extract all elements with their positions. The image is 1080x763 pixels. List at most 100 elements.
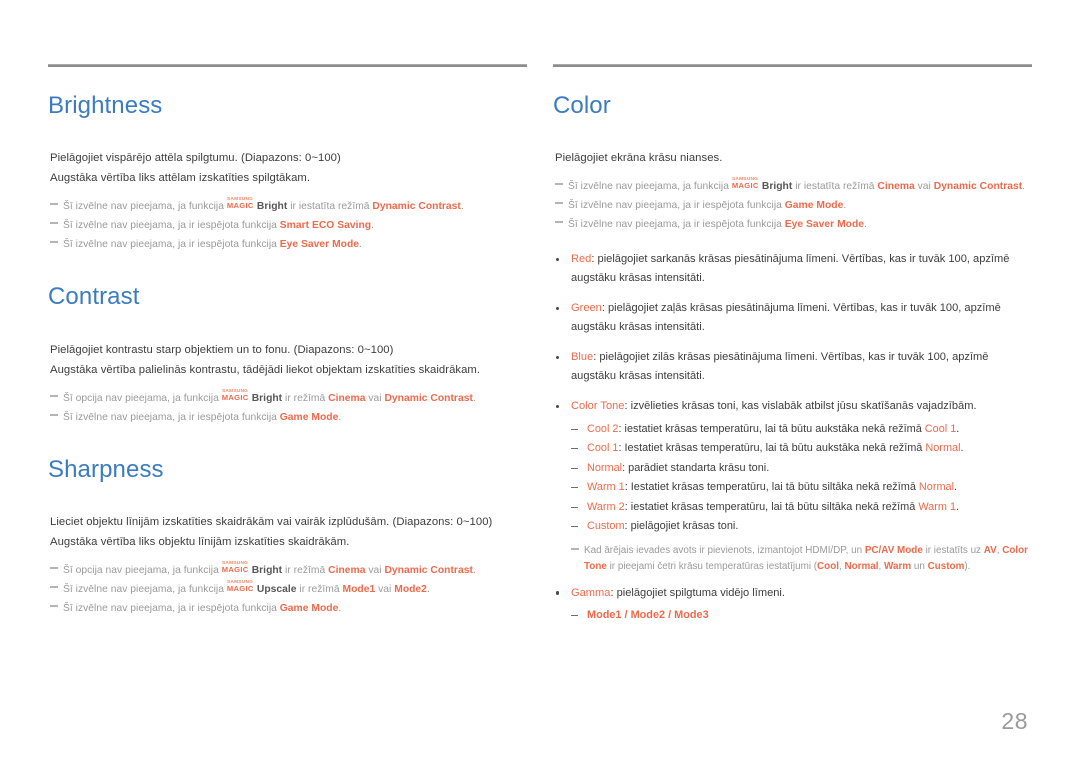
note-text: . <box>864 219 867 231</box>
sub-option-text: . <box>956 500 960 513</box>
sub-option-text: : iestatiet krāsas temperatūru, lai tā b… <box>618 422 925 435</box>
note-text: vai <box>375 584 395 596</box>
highlight-pc-av-mode: PC/AV Mode <box>864 544 923 556</box>
highlight-dynamic-contrast: Dynamic Contrast <box>384 565 473 577</box>
sub-option-normal: Normal: parādiet standarta krāsu toni. <box>571 459 1032 479</box>
list-item-blue: Blue: pielāgojiet zilās krāsas piesātinā… <box>553 348 1032 385</box>
sub-option-label: Cool 1 <box>587 442 619 455</box>
option-text: : pielāgojiet zilās krāsas piesātinājuma… <box>571 351 989 382</box>
note-text: un <box>911 560 928 572</box>
samsung-magic-logo-icon: SAMSUNG MAGIC <box>227 580 257 593</box>
magic-logo-magic-text: MAGIC <box>221 565 249 575</box>
note-text: Šī izvēlne nav pieejama, ja ir iespējota… <box>63 411 280 423</box>
left-column: Brightness Pielāgojiet vispārējo attēla … <box>48 64 527 626</box>
note-text: ir režīmā <box>296 584 343 596</box>
sharpness-note-2: Šī izvēlne nav pieejama, ja funkcija SAM… <box>50 580 527 599</box>
magic-bright-word: Bright <box>256 201 288 213</box>
sub-option-text: . <box>956 422 960 435</box>
highlight-av: AV <box>983 544 997 556</box>
note-text: . <box>472 565 476 577</box>
brightness-note-2: Šī izvēlne nav pieejama, ja ir iespējota… <box>50 216 527 235</box>
highlight-mode1: Mode1 <box>342 584 376 596</box>
right-column-top-rule <box>553 64 1032 67</box>
highlight-cinema: Cinema <box>328 392 366 404</box>
note-text: . <box>460 201 464 213</box>
highlight-eye-saver-mode: Eye Saver Mode <box>784 219 865 231</box>
section-contrast: Contrast Pielāgojiet kontrastu starp obj… <box>48 283 527 426</box>
sub-option-text: : Iestatiet krāsas temperatūru, lai tā b… <box>618 442 926 455</box>
note-text: Šī opcija nav pieejama, ja funkcija <box>63 392 222 404</box>
note-text: . <box>426 584 430 596</box>
sharpness-description-1: Lieciet objektu līnijām izskatīties skai… <box>50 516 493 529</box>
option-text: : pielāgojiet sarkanās krāsas piesātināj… <box>571 253 1010 284</box>
note-text: vai <box>365 392 385 404</box>
highlight-dynamic-contrast: Dynamic Contrast <box>372 201 461 213</box>
left-column-top-rule <box>48 64 527 67</box>
highlight-smart-eco-saving: Smart ECO Saving <box>279 220 372 232</box>
magic-bright-word: Bright <box>251 565 283 577</box>
magic-logo-magic-text: MAGIC <box>731 181 759 191</box>
sub-option-text: . <box>954 481 958 494</box>
color-options-list: Red: pielāgojiet sarkanās krāsas piesāti… <box>553 250 1032 416</box>
samsung-magic-logo-icon: SAMSUNG MAGIC <box>221 561 252 575</box>
magic-bright-word: Bright <box>251 392 283 404</box>
page-title-brightness: Brightness <box>48 92 163 119</box>
sub-option-reference: Warm 1 <box>918 500 957 513</box>
section-color: Color Pielāgojiet ekrāna krāsu nianses. … <box>553 92 1032 626</box>
brightness-note-3: Šī izvēlne nav pieejama, ja ir iespējota… <box>50 235 527 254</box>
manual-page: Brightness Pielāgojiet vispārējo attēla … <box>0 0 1080 763</box>
note-text: Kad ārējais ievades avots ir pievienots,… <box>584 544 865 556</box>
sub-option-label: Warm 2 <box>587 500 625 513</box>
gamma-options-list: Gamma: pielāgojiet spilgtuma vidējo līme… <box>553 584 1032 603</box>
option-label-gamma: Gamma <box>571 586 611 599</box>
sub-option-label: Custom <box>587 520 625 533</box>
highlight-cinema: Cinema <box>877 181 915 193</box>
highlight-game-mode: Game Mode <box>784 200 844 212</box>
note-text: . <box>359 239 362 251</box>
highlight-cinema: Cinema <box>328 565 366 577</box>
note-text: ir iestatīts uz <box>922 544 984 556</box>
highlight-game-mode: Game Mode <box>279 603 339 615</box>
option-label-red: Red <box>571 253 592 266</box>
note-text: . <box>371 220 374 232</box>
brightness-description-2: Augstāka vērtība liks attēlam izskatītie… <box>50 172 311 185</box>
highlight-cool: Cool <box>817 560 839 572</box>
note-text: vai <box>365 565 385 577</box>
option-label-green: Green <box>571 302 602 315</box>
list-item-green: Green: pielāgojiet zaļās krāsas piesātin… <box>553 299 1032 336</box>
sub-option-reference: Normal <box>925 442 961 455</box>
contrast-description-2: Augstāka vērtība palielinās kontrastu, t… <box>50 363 481 376</box>
note-text: . <box>843 200 847 212</box>
color-note-3: Šī izvēlne nav pieejama, ja ir iespējota… <box>555 215 1032 234</box>
highlight-dynamic-contrast: Dynamic Contrast <box>933 181 1023 193</box>
option-text: : izvēlieties krāsas toni, kas vislabāk … <box>624 400 977 413</box>
page-number: 28 <box>1001 708 1028 734</box>
option-label-color-tone: Color Tone <box>571 400 625 413</box>
note-text: . <box>338 411 342 423</box>
sub-option-label: Normal <box>587 461 623 474</box>
sub-option-text: : pielāgojiet krāsas toni. <box>624 520 739 533</box>
brightness-description-1: Pielāgojiet vispārējo attēla spilgtumu. … <box>50 152 341 165</box>
gamma-mode-values: Mode1 / Mode2 / Mode3 <box>587 609 709 622</box>
sub-option-custom: Custom: pielāgojiet krāsas toni. <box>571 517 1032 537</box>
list-item-gamma: Gamma: pielāgojiet spilgtuma vidējo līme… <box>553 584 1032 603</box>
sharpness-description-2: Augstāka vērtība liks objektu līnijām iz… <box>50 536 350 549</box>
note-text: Šī izvēlne nav pieejama, ja ir iespējota… <box>568 219 785 231</box>
sub-option-warm1: Warm 1: Iestatiet krāsas temperatūru, la… <box>571 478 1032 498</box>
right-column: Color Pielāgojiet ekrāna krāsu nianses. … <box>553 64 1032 626</box>
list-item-red: Red: pielāgojiet sarkanās krāsas piesāti… <box>553 250 1032 287</box>
note-text: vai <box>914 181 934 193</box>
note-text: Šī izvēlne nav pieejama, ja ir iespējota… <box>568 200 785 212</box>
note-text: ir režīmā <box>282 565 329 577</box>
highlight-warm: Warm <box>884 560 912 572</box>
note-text: ). <box>964 560 971 572</box>
note-text: . <box>1022 181 1026 193</box>
two-column-layout: Brightness Pielāgojiet vispārējo attēla … <box>48 64 1032 626</box>
sub-option-reference: Normal <box>918 481 955 494</box>
color-description-1: Pielāgojiet ekrāna krāsu nianses. <box>555 152 723 165</box>
sub-option-warm2: Warm 2: iestatiet krāsas temperatūru, la… <box>571 498 1032 518</box>
